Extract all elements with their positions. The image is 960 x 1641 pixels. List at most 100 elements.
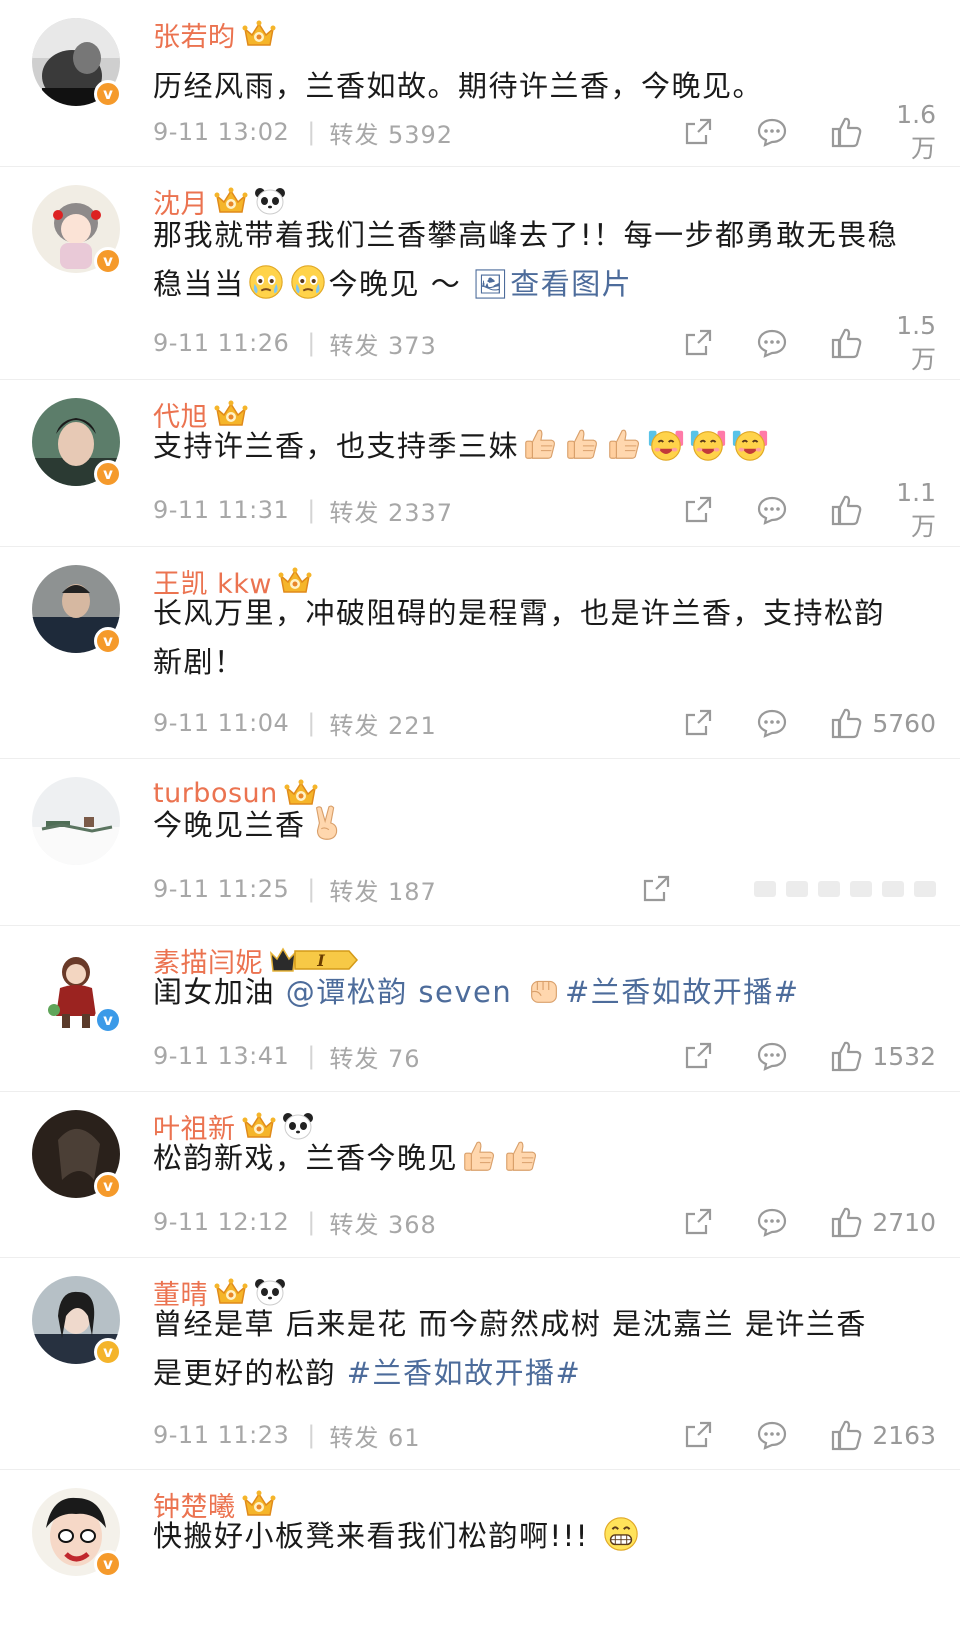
repost-count[interactable]: 转发 2337 (329, 493, 453, 528)
comment-meta: 9-11 11:25 | 转发 187 (153, 871, 936, 907)
comment-icon[interactable] (756, 116, 788, 148)
crown-icon (242, 19, 276, 49)
timestamp: 9-11 11:31 (153, 496, 290, 524)
cheer-emoji-icon (731, 425, 769, 463)
name-row: 张若昀 (153, 14, 276, 54)
thumb-emoji-icon (502, 1137, 540, 1175)
avatar[interactable]: v (32, 398, 122, 488)
action-bar: 2710 (682, 1206, 936, 1238)
verified-icon: v (94, 1172, 122, 1200)
avatar[interactable]: v (32, 1488, 122, 1578)
timestamp: 9-11 11:25 (153, 875, 290, 903)
comment-feed: v 张若昀 历经风雨，兰香如故。期待许兰香，今晚见。 9-11 13:02 | 转发 53… (0, 0, 960, 1641)
comment-icon[interactable] (756, 707, 788, 739)
share-icon[interactable] (682, 116, 714, 148)
divider: | (307, 496, 316, 524)
thumb-emoji-icon (521, 425, 559, 463)
comment-item: v 钟楚曦 快搬好小板凳来看我们松韵啊!!! (0, 1470, 960, 1641)
comment-text-segment: 历经风雨，兰香如故。期待许兰香，今晚见。 (153, 69, 764, 103)
blurred-actions (754, 881, 936, 897)
comment-meta: 9-11 11:23 | 转发 61 2163 (153, 1417, 936, 1453)
share-icon[interactable] (682, 494, 714, 526)
avatar[interactable]: v (32, 944, 122, 1034)
like-count: 1.1万 (896, 477, 936, 541)
comment-text-segment: 松韵新戏，兰香今晚见 (153, 1141, 459, 1175)
verified-icon: v (94, 80, 122, 108)
comment-icon[interactable] (756, 1040, 788, 1072)
comment-icon[interactable] (756, 1206, 788, 1238)
verified-icon: v (94, 1006, 122, 1034)
like-icon[interactable] (830, 1040, 862, 1072)
divider: | (307, 1042, 316, 1070)
comment-icon[interactable] (756, 494, 788, 526)
like-icon[interactable] (830, 327, 862, 359)
comment-text-segment (512, 975, 523, 1009)
avatar[interactable]: v (32, 18, 122, 108)
avatar[interactable]: v (32, 1110, 122, 1200)
comment-text: 闺女加油 @谭松韵 seven #兰香如故开播# (153, 968, 923, 1017)
avatar[interactable]: v (32, 565, 122, 655)
like-count: 2163 (872, 1420, 936, 1450)
verified-icon: v (94, 1338, 122, 1366)
hashtag-link[interactable]: #兰香如故开播# (565, 975, 800, 1009)
mention-link[interactable]: @谭松韵 seven (286, 975, 513, 1009)
verified-icon: v (94, 460, 122, 488)
comment-meta: 9-11 12:12 | 转发 368 2710 (153, 1204, 936, 1240)
comment-meta: 9-11 11:26 | 转发 373 1.5万 (153, 311, 936, 374)
repost-count[interactable]: 转发 5392 (329, 115, 453, 150)
comment-text: 曾经是草 后来是花 而今蔚然成树 是沈嘉兰 是许兰香是更好的松韵 #兰香如故开播… (153, 1300, 893, 1398)
teary-emoji-icon (289, 263, 327, 301)
like-count: 1.5万 (896, 310, 936, 374)
comment-text-segment: 快搬好小板凳来看我们松韵啊!!! (153, 1519, 600, 1553)
comment-icon[interactable] (756, 327, 788, 359)
comment-item: v 叶祖新 松韵新戏，兰香今晚见 9-11 12:12 | 转发 368 2710 (0, 1092, 960, 1258)
repost-count[interactable]: 转发 368 (329, 1205, 436, 1240)
divider: | (307, 1208, 316, 1236)
timestamp: 9-11 11:04 (153, 709, 290, 737)
avatar[interactable] (32, 777, 120, 865)
share-icon[interactable] (640, 873, 672, 905)
repost-count[interactable]: 转发 373 (329, 326, 436, 361)
share-icon[interactable] (682, 327, 714, 359)
share-icon[interactable] (682, 707, 714, 739)
divider: | (307, 118, 316, 146)
like-icon[interactable] (830, 1206, 862, 1238)
like-count: 5760 (872, 708, 936, 738)
action-bar: 1532 (682, 1040, 936, 1072)
like-icon[interactable] (830, 116, 862, 148)
comment-text: 那我就带着我们兰香攀高峰去了!！每一步都勇敢无畏稳稳当当 今晚见 ～ 🖼查看图片 (153, 211, 923, 309)
comment-item: v 董晴 曾经是草 后来是花 而今蔚然成树 是沈嘉兰 是许兰香是更好的松韵 #兰香如… (0, 1258, 960, 1470)
comment-text-segment: 长风万里，冲破阻碍的是程霄，也是许兰香，支持松韵新剧！ (153, 596, 886, 679)
comment-item: v 代旭 支持许兰香，也支持季三妹 9-11 11:31 | 转发 2337 1.1万 (0, 380, 960, 547)
action-bar: 2163 (682, 1419, 936, 1451)
comment-item: v 素描闫妮 I 闺女加油 @谭松韵 seven #兰香如故开播# 9-11 13:41… (0, 926, 960, 1092)
avatar[interactable]: v (32, 185, 122, 275)
share-icon[interactable] (682, 1206, 714, 1238)
avatar-image (32, 777, 120, 865)
like-icon[interactable] (830, 494, 862, 526)
verified-icon: v (94, 627, 122, 655)
comment-text-segment: 今晚见 ～ (328, 267, 472, 301)
view-image-link[interactable]: 🖼查看图片 (472, 267, 632, 301)
timestamp: 9-11 13:41 (153, 1042, 290, 1070)
like-icon[interactable] (830, 707, 862, 739)
like-icon[interactable] (830, 1419, 862, 1451)
user-name[interactable]: 张若昀 (153, 15, 236, 54)
repost-count[interactable]: 转发 76 (329, 1039, 420, 1074)
repost-count[interactable]: 转发 221 (329, 706, 436, 741)
teary-emoji-icon (247, 263, 285, 301)
comment-text: 支持许兰香，也支持季三妹 (153, 422, 923, 471)
share-icon[interactable] (682, 1419, 714, 1451)
grin-emoji-icon (602, 1515, 640, 1553)
hashtag-link[interactable]: #兰香如故开播# (347, 1356, 582, 1390)
timestamp: 9-11 11:23 (153, 1421, 290, 1449)
avatar[interactable]: v (32, 1276, 122, 1366)
action-bar: 1.5万 (682, 311, 936, 376)
verified-icon: v (94, 1550, 122, 1578)
comment-text: 松韵新戏，兰香今晚见 (153, 1134, 923, 1183)
comment-icon[interactable] (756, 1419, 788, 1451)
share-icon[interactable] (682, 1040, 714, 1072)
repost-count[interactable]: 转发 187 (329, 872, 436, 907)
like-count: 2710 (872, 1207, 936, 1237)
repost-count[interactable]: 转发 61 (329, 1418, 420, 1453)
